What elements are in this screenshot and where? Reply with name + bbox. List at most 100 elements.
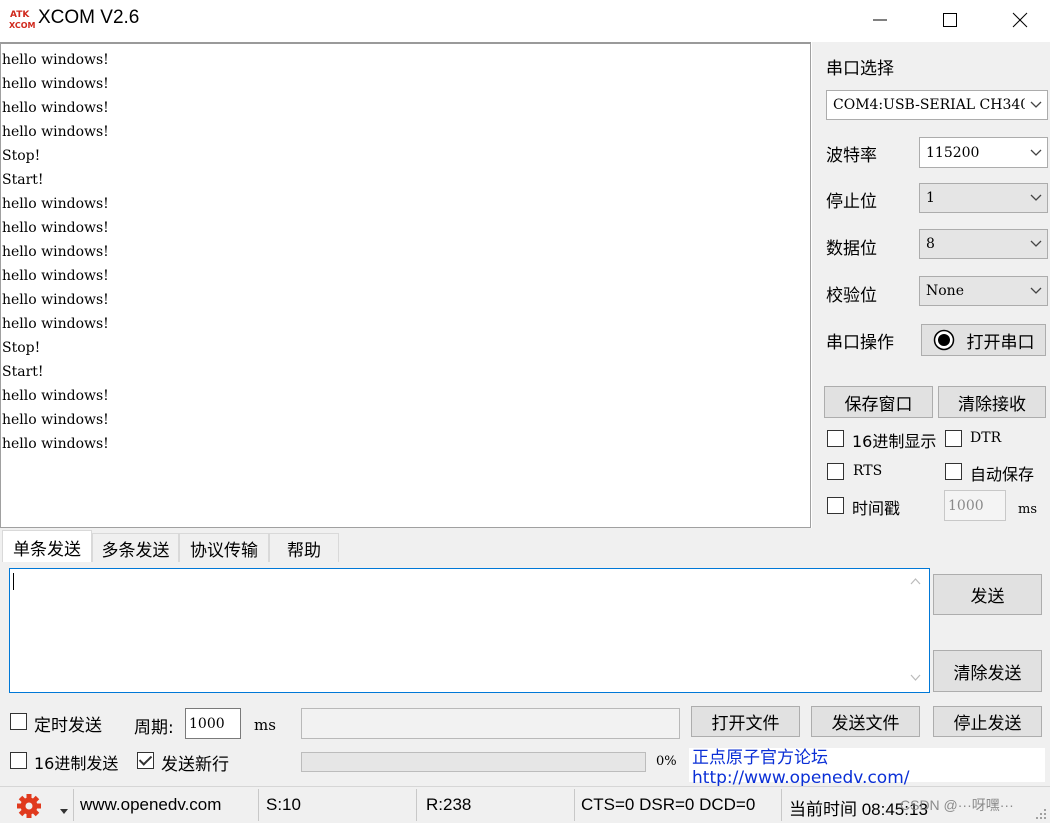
receive-line: hello windows! (2, 436, 109, 452)
chevron-down-icon (1025, 149, 1047, 157)
autosave-label: 自动保存 (970, 465, 1035, 484)
clear-receive-button[interactable]: 清除接收 (938, 386, 1046, 418)
status-received-count: R:238 (426, 795, 472, 814)
receive-text: hello windows! hello windows! hello window… (1, 44, 810, 456)
status-signals: CTS=0 DSR=0 DCD=0 (581, 795, 756, 814)
receive-line: Stop! (2, 148, 41, 164)
logo-text-xcom: XCOM (9, 21, 35, 30)
period-input[interactable]: 1000 (185, 708, 241, 739)
close-button[interactable] (985, 0, 1050, 40)
baud-rate-label: 波特率 (826, 146, 877, 166)
progress-text: 0% (656, 754, 677, 769)
timestamp-checkbox[interactable] (827, 497, 844, 514)
data-bits-value: 8 (926, 236, 935, 252)
hex-send-checkbox[interactable] (10, 752, 27, 769)
baud-rate-value: 115200 (926, 144, 980, 161)
receive-line: hello windows! (2, 268, 109, 284)
dtr-label: DTR (970, 430, 1002, 446)
dtr-checkbox[interactable] (945, 430, 962, 447)
port-status-icon (933, 329, 954, 351)
parity-select[interactable]: None (919, 276, 1048, 306)
stop-bits-label: 停止位 (826, 192, 877, 212)
rts-checkbox[interactable] (827, 463, 844, 480)
window-title: XCOM V2.6 (38, 7, 140, 28)
send-newline-checkbox[interactable] (137, 752, 154, 769)
send-input[interactable] (9, 568, 930, 693)
baud-rate-select[interactable]: 115200 (919, 137, 1048, 168)
dropdown-arrow-icon[interactable] (58, 801, 70, 814)
receive-line: hello windows! (2, 196, 109, 212)
receive-line: hello windows! (2, 220, 109, 236)
timestamp-label: 时间戳 (852, 499, 901, 518)
receive-line: Start! (2, 364, 44, 380)
data-bits-label: 数据位 (826, 239, 877, 259)
period-label: 周期: (134, 718, 174, 738)
send-newline-label: 发送新行 (161, 755, 229, 775)
status-website[interactable]: www.openedv.com (80, 795, 221, 815)
hex-display-checkbox[interactable] (827, 430, 844, 447)
port-select-value: COM4:USB-SERIAL CH340 (833, 97, 1025, 113)
receive-line: hello windows! (2, 388, 109, 404)
receive-line: hello windows! (2, 100, 109, 116)
receive-line: hello windows! (2, 412, 109, 428)
receive-line: hello windows! (2, 52, 109, 68)
receive-line: hello windows! (2, 316, 109, 332)
close-icon (1012, 12, 1028, 28)
open-port-button[interactable]: 打开串口 (921, 324, 1046, 356)
maximize-button[interactable] (915, 0, 985, 40)
receive-line: hello windows! (2, 76, 109, 92)
receive-line: hello windows! (2, 124, 109, 140)
open-file-button[interactable]: 打开文件 (691, 706, 800, 737)
timed-send-label: 定时发送 (34, 716, 102, 736)
app-logo: ATK XCOM (8, 8, 36, 30)
gear-icon[interactable] (16, 793, 42, 819)
receive-area[interactable]: hello windows! hello windows! hello window… (0, 42, 811, 528)
watermark: CSDN @···呀嘿··· (900, 797, 1014, 813)
file-path-input[interactable] (301, 708, 680, 739)
chevron-down-icon (1025, 101, 1047, 109)
status-separator (416, 789, 417, 821)
tab-multi-send[interactable]: 多条发送 (92, 533, 179, 562)
tab-help[interactable]: 帮助 (269, 533, 339, 562)
status-separator (781, 789, 782, 821)
status-sent-count: S:10 (266, 795, 301, 814)
send-progress-bar (301, 752, 646, 772)
autosave-checkbox[interactable] (945, 463, 962, 480)
status-separator (258, 789, 259, 821)
send-scrollbar[interactable] (902, 569, 929, 692)
save-window-button[interactable]: 保存窗口 (824, 386, 933, 418)
send-file-button[interactable]: 发送文件 (811, 706, 920, 737)
stop-send-button[interactable]: 停止发送 (933, 706, 1042, 737)
receive-line: Start! (2, 172, 44, 188)
port-select-label: 串口选择 (826, 59, 894, 79)
timed-send-checkbox[interactable] (10, 713, 27, 730)
tab-protocol-transfer[interactable]: 协议传输 (179, 533, 269, 562)
receive-line: Stop! (2, 340, 41, 356)
send-button[interactable]: 发送 (933, 574, 1042, 615)
timestamp-interval-input[interactable]: 1000 (944, 490, 1006, 521)
status-separator (574, 789, 575, 821)
receive-line: hello windows! (2, 244, 109, 260)
rts-label: RTS (853, 463, 883, 479)
logo-text-atk: ATK (10, 10, 30, 20)
port-operation-label: 串口操作 (826, 333, 894, 353)
tab-single-send[interactable]: 单条发送 (2, 530, 92, 563)
port-select[interactable]: COM4:USB-SERIAL CH340 (826, 90, 1048, 120)
parity-label: 校验位 (826, 286, 877, 306)
minimize-button[interactable] (845, 0, 915, 40)
minimize-icon (873, 19, 887, 21)
forum-link[interactable]: 正点原子官方论坛http://www.openedv.com/ (689, 748, 1045, 788)
parity-value: None (926, 283, 964, 299)
chevron-down-icon (1025, 240, 1047, 248)
stop-bits-value: 1 (926, 190, 935, 206)
resize-grip-icon[interactable] (1034, 806, 1048, 820)
open-port-label: 打开串口 (966, 332, 1035, 353)
period-unit: ms (254, 716, 276, 734)
stop-bits-select[interactable]: 1 (919, 183, 1048, 213)
hex-display-label: 16进制显示 (852, 432, 937, 451)
data-bits-select[interactable]: 8 (919, 229, 1048, 259)
hex-send-label: 16进制发送 (34, 754, 119, 773)
clear-send-button[interactable]: 清除发送 (933, 650, 1042, 692)
timestamp-unit: ms (1018, 502, 1037, 517)
text-cursor (13, 573, 14, 590)
